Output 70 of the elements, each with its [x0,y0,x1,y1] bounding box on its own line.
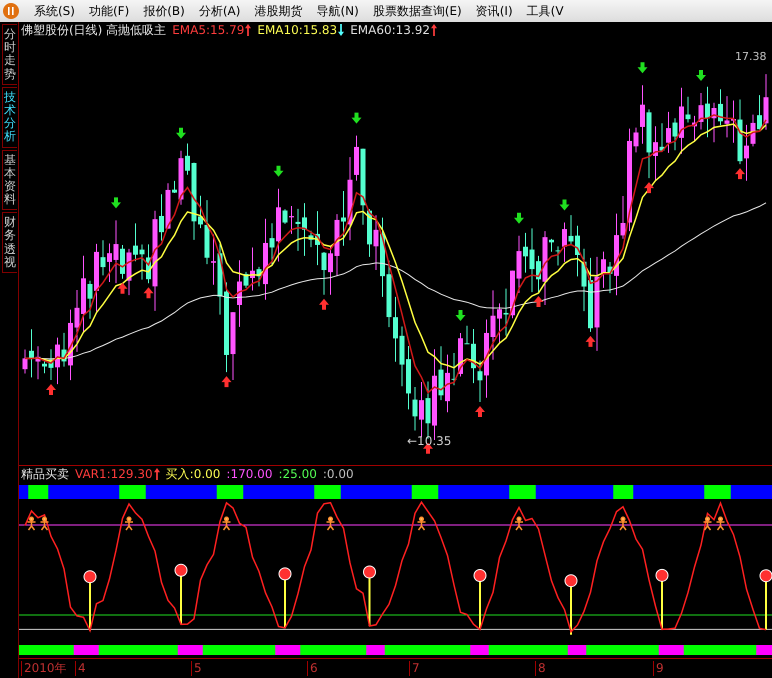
menu-item[interactable]: 分析(A) [198,2,240,20]
app-logo-icon [2,2,20,20]
time-axis-label: 5 [191,661,202,676]
buy-signal-marker [760,569,772,630]
stick-figure-icon [618,516,628,531]
menu-item[interactable]: 系统(S) [34,2,75,20]
stick-figure-icon [716,516,726,531]
buy-arrow-icon [118,282,128,294]
indicator-value: VAR1:129.30 [75,467,153,481]
menu-item[interactable]: 港股期货 [254,2,302,20]
low-price-label: ←10.35 [407,434,452,448]
time-axis-label: 8 [535,661,546,676]
buy-arrow-icon [144,287,154,298]
buy-signal-marker [656,568,668,630]
buy-signal-marker [174,564,188,624]
side-tab[interactable]: 分时走势 [2,24,17,85]
buy-signal-marker [363,566,376,626]
indicator-value: :25.00 [278,467,317,481]
indicator-value: EMA5:15.79 [172,23,244,37]
indicator-value: EMA60:13.92 [350,23,430,37]
stick-figure-icon [326,516,336,531]
buy-signal-marker [84,570,96,631]
buy-arrow-icon [222,376,232,388]
stick-figure-icon [416,516,426,531]
stick-figure-icon [26,516,36,531]
time-axis-label: 4 [75,661,86,676]
buy-arrow-icon [735,168,745,180]
sell-arrow-icon [638,62,648,74]
buy-arrow-icon [475,406,485,417]
buy-arrow-icon [534,296,544,307]
menu-item[interactable]: 导航(N) [316,2,359,20]
stick-figure-icon [40,516,50,531]
menu-item[interactable]: 工具(V [526,2,564,20]
sell-arrow-icon [456,310,466,321]
stick-figure-icon [222,516,232,531]
indicator-value: :0.00 [322,467,354,481]
side-tab[interactable]: 基本资料 [2,150,17,210]
sell-arrow-icon [274,166,284,177]
menu-item[interactable]: 功能(F) [88,2,130,20]
side-tab[interactable]: 财务透视 [2,212,17,273]
side-tab[interactable]: 技术分析 [2,86,17,148]
sell-arrow-icon [514,212,524,224]
indicator-value: 买入:0.00 [166,466,220,482]
time-axis-label: 7 [409,661,420,676]
sell-arrow-icon [696,70,706,82]
menu-item[interactable]: 报价(B) [143,2,185,20]
indicator-title: 精品买卖 [21,466,69,482]
buy-signal-marker [564,574,578,635]
buy-arrow-icon [319,298,329,310]
buy-arrow-icon [586,336,596,347]
menu-item[interactable]: 资讯(I) [476,2,513,20]
stick-figure-icon [514,516,524,531]
sell-arrow-icon [352,112,362,124]
buy-arrow-icon [644,182,654,194]
time-axis-label: 9 [653,661,664,676]
chart-title: 佛塑股份(日线) 高抛低吸主 [21,22,166,38]
indicator-value: :170.00 [226,467,272,481]
buy-signal-marker [278,567,292,628]
sell-arrow-icon [176,128,186,139]
indicator-value: EMA10:15.83 [257,23,338,37]
buy-signal-marker [474,569,486,630]
stick-figure-icon [702,516,712,531]
buy-arrow-icon [46,384,56,395]
time-axis-label: 2010年 [21,661,67,676]
sell-arrow-icon [111,197,121,208]
time-axis-label: 6 [307,661,318,676]
menu-item[interactable]: 股票数据查询(E) [372,2,462,20]
sell-arrow-icon [560,200,570,211]
stick-figure-icon [124,516,134,531]
high-price-label: 17.38 [735,50,766,63]
